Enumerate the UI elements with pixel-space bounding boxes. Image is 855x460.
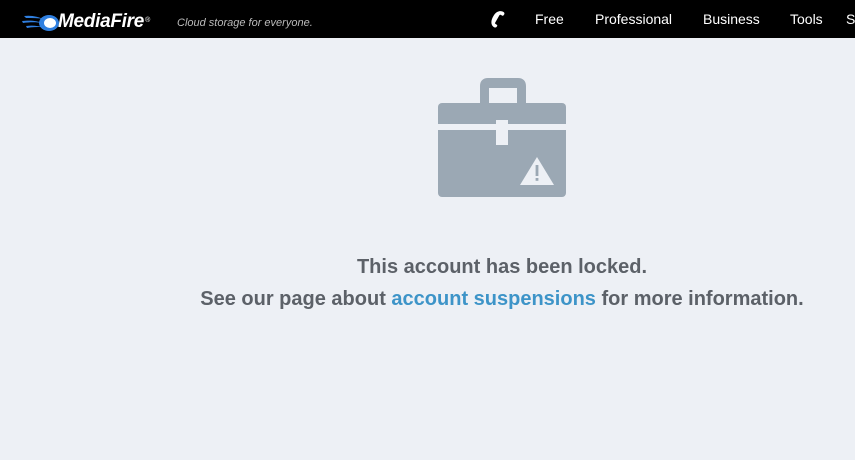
- nav-free[interactable]: Free: [535, 11, 564, 27]
- nav-business[interactable]: Business: [703, 11, 760, 27]
- brand-tagline: Cloud storage for everyone.: [177, 17, 313, 29]
- info-suffix: for more information.: [595, 288, 804, 310]
- account-locked-message: This account has been locked. See our pa…: [0, 251, 855, 315]
- nav-tools[interactable]: Tools: [790, 11, 823, 27]
- brand-name: MediaFire ®: [58, 11, 150, 32]
- suspension-info-line: See our page about account suspensions f…: [0, 283, 855, 315]
- flame-logo-icon: [22, 15, 59, 31]
- locked-briefcase-warning-icon: [438, 78, 566, 197]
- nav-more-item[interactable]: S: [846, 11, 855, 27]
- phone-icon[interactable]: [488, 10, 506, 28]
- header-bar: MediaFire ® Cloud storage for everyone. F…: [0, 0, 855, 38]
- account-suspensions-link[interactable]: account suspensions: [391, 288, 596, 310]
- mediafire-logo[interactable]: MediaFire ®: [22, 6, 150, 32]
- registered-mark: ®: [145, 17, 150, 24]
- info-prefix: See our page about: [200, 288, 392, 310]
- locked-heading: This account has been locked.: [356, 256, 648, 278]
- nav-professional[interactable]: Professional: [595, 11, 672, 27]
